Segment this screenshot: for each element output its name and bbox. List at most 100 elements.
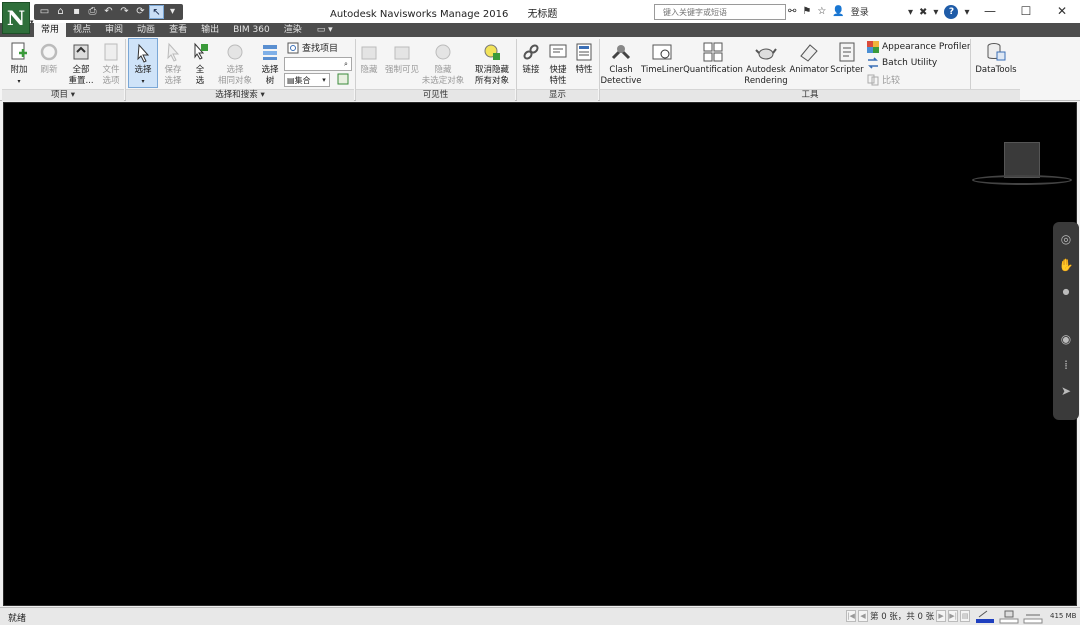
clash-detective-button[interactable]: Clash Detective — [600, 38, 642, 87]
navisworks-logo-icon: N — [6, 6, 26, 30]
minimize-button[interactable]: — — [972, 0, 1008, 22]
last-page-icon[interactable]: ▶| — [948, 610, 959, 622]
save-selection-button: 保存 选择 — [160, 38, 186, 87]
print-icon[interactable]: ⎙ — [85, 5, 100, 19]
open-file-icon[interactable]: ⌂ — [53, 5, 68, 19]
manage-sets-button[interactable] — [337, 73, 349, 85]
redo-icon[interactable]: ↷ — [117, 5, 132, 19]
panel-label-select-search[interactable]: 选择和搜索 ▾ — [126, 89, 354, 101]
hide-button: 隐藏 — [357, 38, 381, 76]
sets-dropdown[interactable]: ▤ 集合 ▾ — [284, 73, 330, 87]
animator-icon — [798, 41, 820, 63]
find-items-button[interactable]: 查找项目 — [287, 41, 338, 54]
viewcube-compass-ring[interactable] — [972, 175, 1072, 185]
sheet-pager: |◀ ◀ 第 0 张，共 0 张 ▶ ▶| ▤ — [846, 610, 971, 622]
search-box[interactable] — [654, 4, 786, 20]
hide-unselected-button: 隐藏 未选定对象 — [420, 38, 466, 87]
application-menu-button[interactable]: N ▾ — [2, 2, 34, 34]
reset-all-button[interactable]: 全部 重置... — [65, 38, 97, 87]
unhide-all-button[interactable]: 取消隐藏 所有对象 — [470, 38, 514, 87]
save-icon[interactable]: ▪ — [69, 5, 84, 19]
tab-home[interactable]: 常用 — [34, 23, 67, 37]
quick-properties-button[interactable]: 快捷 特性 — [545, 38, 571, 87]
help-icon[interactable]: ? — [944, 5, 959, 19]
select-cursor-icon — [132, 42, 154, 63]
select-button[interactable]: 选择 ▾ — [128, 38, 158, 88]
append-icon — [8, 41, 30, 63]
user-icon[interactable]: 👤 — [832, 6, 844, 17]
tab-bim360[interactable]: BIM 360 — [226, 23, 277, 37]
search-icon[interactable]: ⌕ — [341, 60, 351, 69]
find-items-icon — [287, 42, 299, 54]
tab-output[interactable]: 输出 — [194, 23, 226, 37]
reset-all-icon — [70, 41, 92, 63]
selection-tree-button[interactable]: 选择 树 — [258, 38, 282, 87]
qat-dropdown-icon[interactable]: ▾ — [165, 5, 180, 19]
timeliner-button[interactable]: TimeLiner — [641, 38, 683, 76]
steering-wheel-icon[interactable]: ◎ — [1057, 230, 1075, 248]
tab-viewpoint[interactable]: 视点 — [66, 23, 98, 37]
clash-detective-icon — [610, 41, 632, 63]
quick-find-input[interactable]: ⌕ — [284, 57, 352, 71]
viewcube[interactable] — [1004, 142, 1040, 178]
quantification-button[interactable]: Quantification — [683, 38, 743, 76]
sheet-browser-icon[interactable]: ▤ — [960, 610, 971, 622]
sets-icon: ▤ — [287, 75, 295, 85]
pencil-progress-icon — [976, 610, 994, 623]
next-page-icon[interactable]: ▶ — [936, 610, 947, 622]
walk-footprints-icon[interactable]: ⁞ — [1057, 356, 1075, 374]
first-page-icon[interactable]: |◀ — [846, 610, 856, 622]
previous-page-icon[interactable]: ◀ — [858, 610, 868, 622]
append-button[interactable]: 附加 ▾ — [5, 38, 33, 87]
subscription-icon[interactable]: ⚑ — [802, 6, 811, 17]
tab-animation[interactable]: 动画 — [130, 23, 162, 37]
teapot-icon — [755, 41, 777, 63]
binoculars-icon[interactable]: ⚯ — [788, 6, 796, 17]
tab-view[interactable]: 查看 — [162, 23, 194, 37]
appearance-profiler-button[interactable]: Appearance Profiler — [867, 41, 971, 53]
properties-button[interactable]: 特性 — [572, 38, 596, 76]
account-dropdown-icon[interactable]: ▾ — [908, 7, 913, 18]
manage-sets-icon — [337, 73, 349, 85]
scripter-button[interactable]: Scripter — [830, 38, 864, 76]
animator-button[interactable]: Animator — [789, 38, 829, 76]
exchange-apps-icon[interactable]: ✖ — [919, 7, 927, 18]
orbit-icon[interactable]: ◉ — [1057, 330, 1075, 348]
ribbon-tabs: 常用 视点 审阅 动画 查看 输出 BIM 360 渲染 ▭ ▾ — [34, 23, 341, 37]
pan-hand-icon[interactable]: ✋ — [1057, 256, 1075, 274]
tab-render[interactable]: 渲染 — [277, 23, 309, 37]
select-cursor-icon[interactable]: ↖ — [149, 5, 164, 19]
panel-label-project[interactable]: 项目 ▾ — [2, 89, 124, 101]
links-button[interactable]: 链接 — [519, 38, 543, 76]
document-name: 无标题 — [527, 9, 558, 20]
close-button[interactable]: ✕ — [1044, 0, 1080, 22]
status-bar: 就绪 |◀ ◀ 第 0 张，共 0 张 ▶ ▶| ▤ 415 MB — [0, 607, 1080, 625]
timeliner-icon — [651, 41, 673, 63]
new-file-icon[interactable]: ▭ — [37, 5, 52, 19]
select-arrow-icon[interactable]: ➤ — [1057, 382, 1075, 400]
login-button[interactable]: 登录 — [851, 5, 869, 18]
properties-icon — [573, 41, 595, 63]
exchange-dropdown-icon[interactable]: ▾ — [933, 7, 938, 18]
panel-label-visibility: 可见性 — [356, 89, 515, 101]
search-input[interactable] — [655, 5, 785, 19]
batch-utility-button[interactable]: Batch Utility — [867, 57, 937, 69]
chevron-down-icon: ▾ — [17, 78, 21, 85]
undo-icon[interactable]: ↶ — [101, 5, 116, 19]
autodesk-rendering-button[interactable]: Autodesk Rendering — [744, 38, 788, 87]
favorites-star-icon[interactable]: ☆ — [817, 6, 826, 17]
tab-review[interactable]: 审阅 — [98, 23, 130, 37]
datatools-button[interactable]: DataTools — [973, 38, 1019, 76]
ribbon-minimize-toggle[interactable]: ▭ ▾ — [309, 23, 341, 37]
zoom-icon[interactable]: ● — [1057, 282, 1075, 300]
3d-viewport[interactable] — [3, 102, 1077, 606]
save-selection-icon — [162, 41, 184, 63]
quick-properties-icon — [547, 41, 569, 63]
infocenter-toolbar: ⚯ ⚑ ☆ 👤 登录 — [788, 5, 869, 18]
maximize-button[interactable]: ☐ — [1008, 0, 1044, 22]
refresh-icon[interactable]: ⟳ — [133, 5, 148, 19]
infocenter-right: ▾ ✖ ▾ ? ▾ — [908, 5, 969, 19]
chevron-down-icon: ▾ — [141, 78, 145, 85]
help-dropdown-icon[interactable]: ▾ — [964, 7, 969, 18]
select-all-button[interactable]: 全 选 — [188, 38, 212, 87]
